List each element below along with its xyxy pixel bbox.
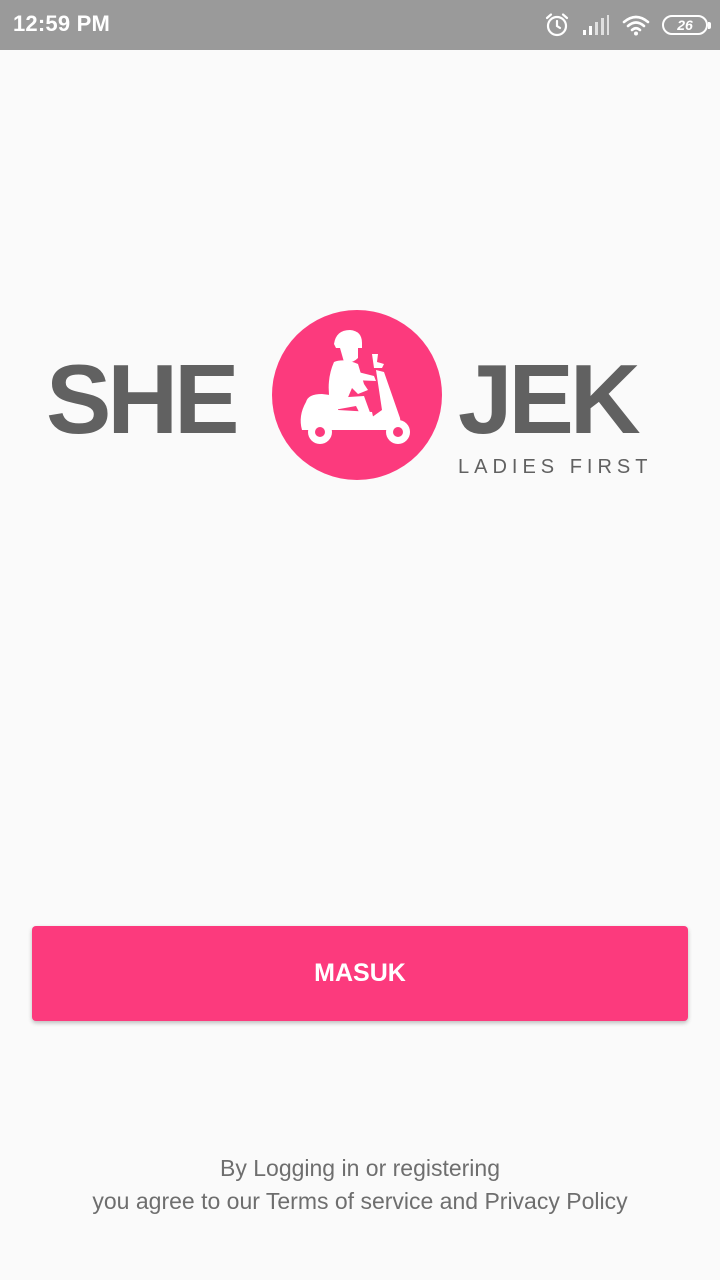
logo-word-jek: JEK [458, 344, 641, 454]
wifi-icon [622, 14, 650, 36]
app-logo: SHE JEK LADIES FIRST [0, 300, 720, 500]
terms-line-2[interactable]: you agree to our Terms of service and Pr… [0, 1185, 720, 1218]
terms-notice: By Logging in or registering you agree t… [0, 1152, 720, 1218]
logo-tagline: LADIES FIRST [458, 456, 653, 478]
alarm-icon [544, 12, 570, 38]
scooter-rider-icon [272, 310, 442, 480]
signal-icon [582, 14, 610, 36]
battery-icon: 26 [662, 15, 711, 35]
status-time: 12:59 PM [13, 11, 110, 36]
logo-word-she: SHE [46, 344, 240, 454]
login-button[interactable]: MASUK [32, 926, 688, 1021]
status-icons: 26 [544, 11, 711, 39]
status-bar: 12:59 PM 26 [0, 0, 720, 50]
terms-line-1: By Logging in or registering [220, 1155, 500, 1181]
